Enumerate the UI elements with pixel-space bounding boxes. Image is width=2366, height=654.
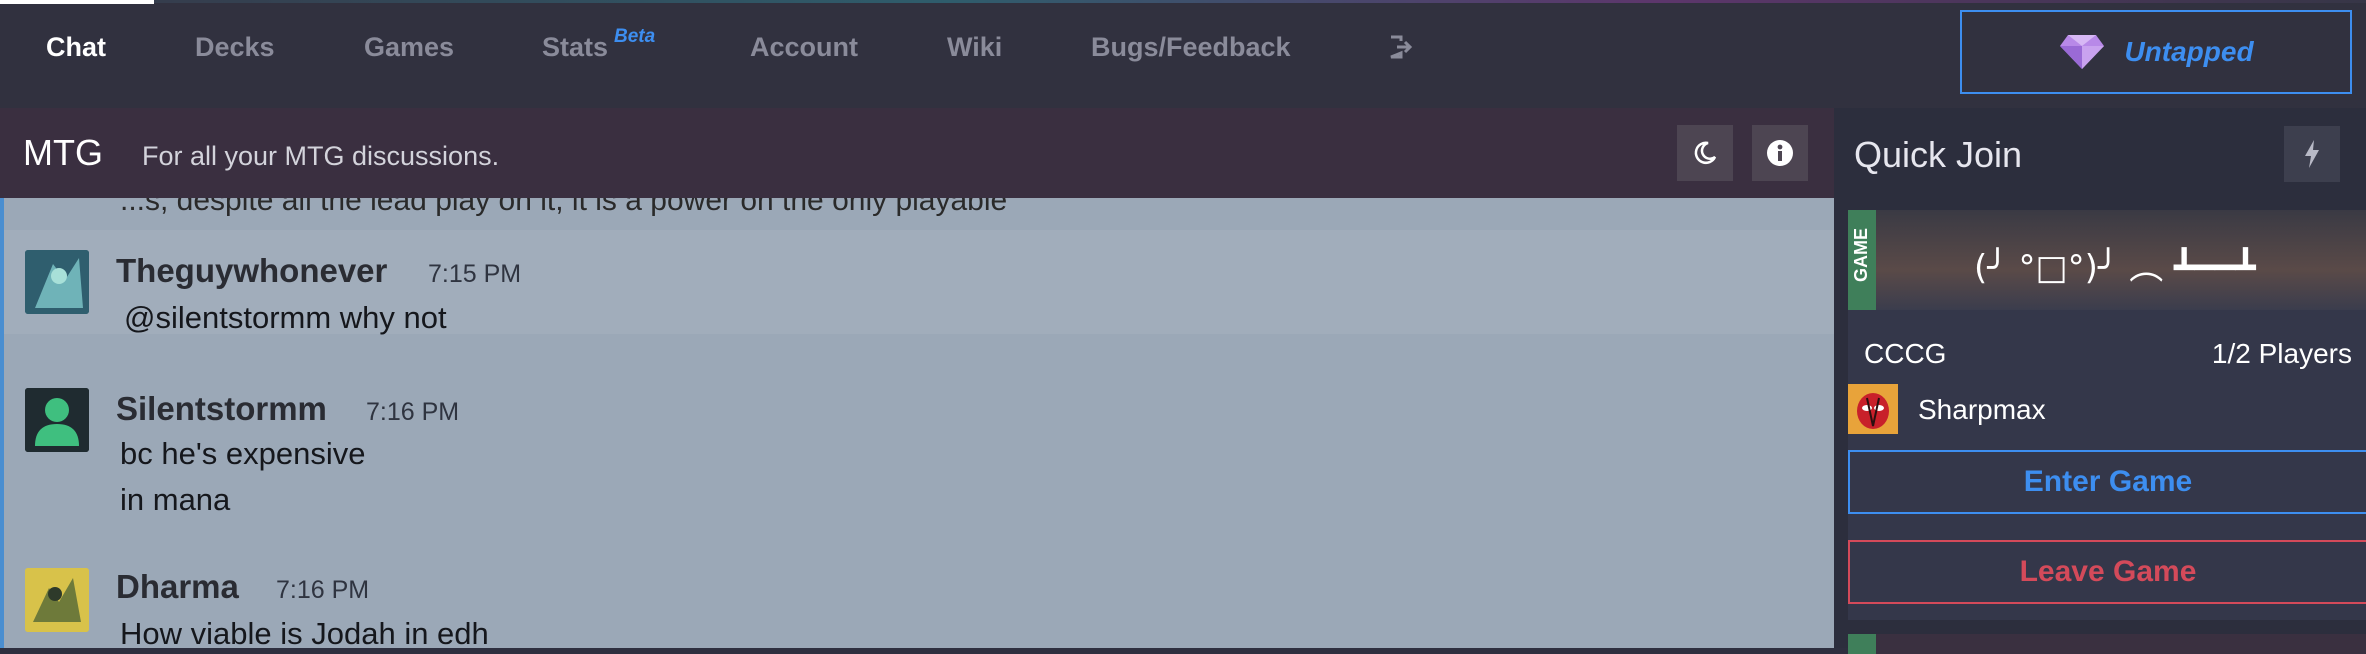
- game-tag: GAME: [1848, 210, 1876, 310]
- avatar[interactable]: [25, 568, 89, 632]
- message-time: 7:15 PM: [428, 260, 522, 288]
- untapped-label: Untapped: [2124, 36, 2254, 67]
- enter-game-button[interactable]: Enter Game: [1848, 450, 2366, 514]
- top-nav-bar: Chat Decks Games Stats Beta Account Wiki…: [0, 0, 2366, 108]
- nav-account[interactable]: Account: [750, 32, 858, 63]
- next-game-card: [1848, 634, 2366, 654]
- chat-message: Dharma 7:16 PM How viable is Jodah in ed…: [4, 548, 1834, 648]
- game-banner: GAME (╯ °□°)╯ ︵ ┻━━┻: [1848, 210, 2366, 310]
- player-count: 1/2 Players: [2211, 338, 2352, 369]
- message-time: 7:16 PM: [366, 398, 460, 426]
- chat-message: Theguywhonever 7:15 PM @silentstormm why…: [4, 230, 1834, 335]
- game-card: GAME (╯ °□°)╯ ︵ ┻━━┻ CCCG 1/2 Players Sh…: [1848, 210, 2366, 620]
- message-time: 7:16 PM: [276, 576, 370, 604]
- channel-description: For all your MTG discussions.: [142, 141, 500, 171]
- nav-decks[interactable]: Decks: [195, 32, 275, 63]
- leave-game-button[interactable]: Leave Game: [1848, 540, 2366, 604]
- player-avatar[interactable]: [1848, 384, 1898, 434]
- channel-info-button[interactable]: [1752, 125, 1808, 181]
- message-text: How viable is Jodah in edh: [120, 616, 489, 648]
- message-text: in mana: [120, 482, 231, 517]
- top-accent-line: [0, 0, 2366, 3]
- avatar[interactable]: [25, 388, 89, 452]
- quick-join-panel: Quick Join GAME (╯ °□°)╯ ︵ ┻━━┻ CCCG 1/2…: [1834, 108, 2366, 654]
- chat-messages[interactable]: ...s, despite all the lead play on it, i…: [0, 198, 1834, 648]
- nav-chat[interactable]: Chat: [46, 32, 106, 63]
- game-banner-text: (╯ °□°)╯ ︵ ┻━━┻: [1974, 248, 2256, 288]
- game-name: CCCG: [1864, 338, 1947, 369]
- message-author[interactable]: Silentstormm: [116, 390, 327, 428]
- chat-message: Silentstormm 7:16 PM bc he's expensive i…: [4, 364, 1834, 532]
- message-author[interactable]: Dharma: [116, 568, 239, 606]
- nav-stats[interactable]: Stats: [542, 32, 608, 63]
- avatar[interactable]: [25, 250, 89, 314]
- logout-icon[interactable]: [1388, 34, 1414, 60]
- nav-bugs-feedback[interactable]: Bugs/Feedback: [1091, 32, 1291, 63]
- player-name: Sharpmax: [1918, 394, 2046, 425]
- active-tab-underline: [0, 0, 154, 4]
- channel-name: MTG: [23, 132, 103, 173]
- quick-join-button[interactable]: [2284, 126, 2340, 182]
- channel-header: MTG For all your MTG discussions.: [0, 108, 1834, 198]
- beta-badge: Beta: [614, 26, 656, 47]
- message-text: bc he's expensive: [120, 436, 366, 471]
- theme-toggle-button[interactable]: [1677, 125, 1733, 181]
- partial-message-line: ...s, despite all the lead play on it, i…: [120, 198, 1008, 217]
- nav-wiki[interactable]: Wiki: [947, 32, 1002, 63]
- message-text: @silentstormm why not: [124, 300, 447, 335]
- lightning-icon: [2305, 140, 2319, 168]
- diamond-icon: [2060, 35, 2105, 69]
- moon-icon: [1694, 141, 1717, 164]
- message-author[interactable]: Theguywhonever: [116, 252, 387, 290]
- untapped-button[interactable]: Untapped: [1960, 10, 2352, 94]
- nav-games[interactable]: Games: [364, 32, 454, 63]
- info-icon: [1767, 140, 1793, 166]
- quick-join-title: Quick Join: [1854, 134, 2023, 175]
